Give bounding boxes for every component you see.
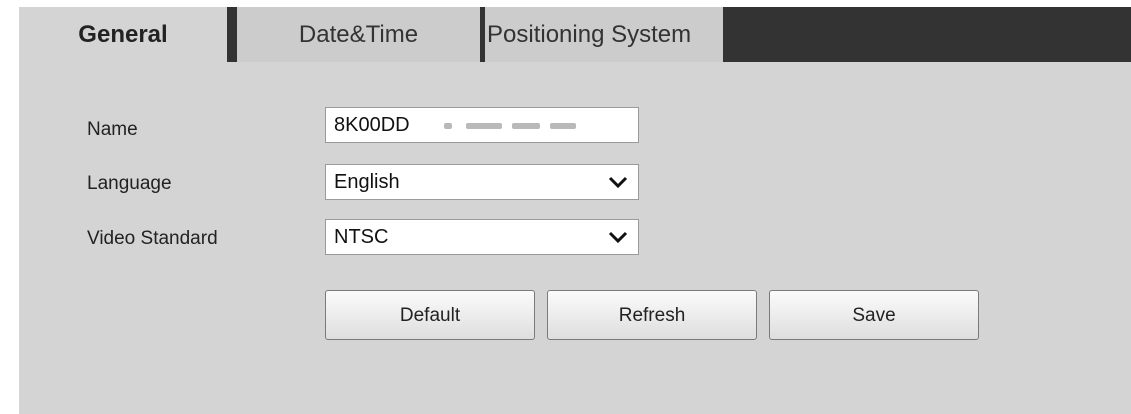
language-value: English <box>334 171 400 193</box>
video-standard-select[interactable]: NTSC <box>325 219 639 255</box>
tab-general[interactable]: General <box>19 7 227 62</box>
language-select[interactable]: English <box>325 164 639 200</box>
save-button[interactable]: Save <box>769 290 979 340</box>
language-label: Language <box>87 173 172 194</box>
name-value: 8K00DD <box>334 114 410 136</box>
redacted-text <box>466 123 502 129</box>
tab-date-time[interactable]: Date&Time <box>237 7 480 62</box>
chevron-down-icon <box>608 176 628 189</box>
refresh-button[interactable]: Refresh <box>547 290 757 340</box>
name-label: Name <box>87 119 138 140</box>
default-button[interactable]: Default <box>325 290 535 340</box>
redacted-text <box>444 123 452 129</box>
redacted-text <box>550 123 576 129</box>
redacted-text <box>512 123 540 129</box>
settings-panel: General Date&Time Positioning System Nam… <box>19 7 1131 414</box>
video-standard-value: NTSC <box>334 226 389 248</box>
video-standard-label: Video Standard <box>87 228 218 249</box>
name-input[interactable]: 8K00DD <box>325 107 639 143</box>
tab-positioning-system[interactable]: Positioning System <box>485 7 723 62</box>
tab-bar: General Date&Time Positioning System <box>19 7 1131 62</box>
chevron-down-icon <box>608 231 628 244</box>
